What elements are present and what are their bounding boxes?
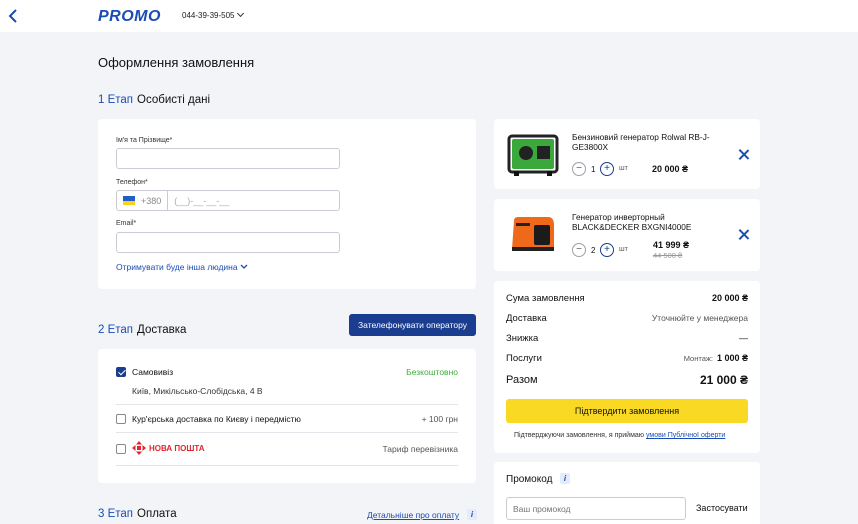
step2-heading: 2 Етап Доставка [98, 324, 186, 336]
terms-prefix: Підтверджуючи замовлення, я приймаю [514, 432, 645, 439]
decrease-qty-button[interactable]: − [572, 243, 586, 257]
close-icon[interactable] [738, 229, 750, 241]
product-price: 41 999 ₴ [653, 240, 690, 250]
divider [116, 432, 458, 433]
divider [116, 404, 458, 405]
logo[interactable]: PROMO [98, 8, 161, 25]
discount-label: Знижка [506, 333, 539, 344]
decrease-qty-button[interactable]: − [572, 162, 586, 176]
phone-label: Телефон* [116, 179, 148, 186]
call-operator-button[interactable]: Зателефонувати оператору [349, 314, 476, 336]
novaposhta-icon [132, 441, 146, 455]
courier-label: Кур'єрська доставка по Києву і передміст… [132, 414, 301, 424]
cart-item: Бензиновий генератор Rolwal RB-J-GE3800X… [494, 119, 760, 189]
info-icon[interactable]: i [560, 473, 570, 484]
discount-value: — [739, 333, 748, 343]
ukraine-flag-icon [123, 196, 135, 205]
header: PROMO 044-39-39-505 [0, 0, 858, 32]
order-summary: Сума замовлення 20 000 ₴ Доставка Уточню… [494, 281, 760, 453]
pickup-address: Київ, Микільсько-Слобідська, 4 В [132, 386, 263, 396]
qty-unit: шт [619, 246, 628, 253]
order-sum-value: 20 000 ₴ [711, 293, 748, 303]
promo-input[interactable] [506, 497, 686, 520]
phone-mask: (__)-__-__-__ [174, 195, 230, 206]
terms-text: Підтверджуючи замовлення, я приймаю умов… [514, 432, 725, 439]
courier-checkbox[interactable] [116, 414, 126, 424]
total-label: Разом [506, 374, 538, 386]
payment-details-link[interactable]: Детальніше про оплату [367, 510, 459, 520]
step2-num: 2 Етап [98, 324, 134, 336]
pickup-checkbox[interactable] [116, 367, 126, 377]
promo-title: Промокод [506, 474, 553, 485]
info-icon[interactable]: i [467, 509, 477, 520]
chevron-down-icon [240, 264, 248, 269]
services-label: Послуги [506, 353, 542, 364]
product-qty: 1 [591, 165, 596, 174]
total-value: 21 000 ₴ [699, 373, 748, 387]
personal-data-card: Ім'я та Прізвище* Телефон* +380 (__)-__-… [98, 119, 476, 289]
email-input[interactable] [116, 232, 340, 253]
step2-title: Доставка [137, 324, 187, 336]
product-price: 20 000 ₴ [652, 164, 689, 174]
step1-title: Особисті дані [137, 94, 211, 106]
back-arrow-icon[interactable] [6, 8, 20, 24]
delivery-label: Доставка [506, 313, 547, 324]
novaposhta-checkbox[interactable] [116, 444, 126, 454]
other-person-label: Отримувати буде інша людина [116, 262, 238, 272]
step3-title: Оплата [137, 508, 177, 520]
terms-link[interactable]: умови Публічної оферти [646, 432, 725, 439]
other-person-toggle[interactable]: Отримувати буде інша людина [116, 262, 248, 272]
increase-qty-button[interactable]: + [600, 162, 614, 176]
delivery-card: Самовивіз Безкоштовно Київ, Микільсько-С… [98, 349, 476, 483]
page-title: Оформлення замовлення [98, 55, 255, 70]
step3-num: 3 Етап [98, 508, 134, 520]
phone-number: 044-39-39-505 [182, 11, 235, 20]
step3-heading: 3 Етап Оплата [98, 508, 177, 520]
qty-unit: шт [619, 165, 628, 172]
product-qty: 2 [591, 246, 596, 255]
promo-card: Промокод i Застосувати [494, 462, 760, 524]
pickup-label: Самовивіз [132, 367, 174, 377]
close-icon[interactable] [738, 149, 750, 161]
phone-code: +380 [141, 191, 169, 210]
email-label: Email* [116, 220, 137, 227]
increase-qty-button[interactable]: + [600, 243, 614, 257]
product-name[interactable]: Генератор инверторный BLACK&DECKER BXGNI… [572, 212, 732, 232]
phone-dropdown[interactable]: 044-39-39-505 [182, 9, 245, 20]
divider [116, 465, 458, 466]
product-image[interactable] [508, 211, 558, 257]
product-name[interactable]: Бензиновий генератор Rolwal RB-J-GE3800X [572, 132, 732, 152]
step1-num: 1 Етап [98, 94, 134, 106]
name-label: Ім'я та Прізвище* [116, 137, 173, 144]
step1-heading: 1 Етап Особисті дані [98, 94, 210, 106]
phone-input[interactable]: +380 (__)-__-__-__ [116, 190, 340, 211]
services-sub: Монтаж: [683, 354, 713, 363]
novaposhta-logo: НОВА ПОШТА [132, 441, 205, 455]
novaposhta-price: Тариф перевізника [382, 444, 458, 454]
novaposhta-label: НОВА ПОШТА [149, 443, 205, 453]
delivery-value: Уточнюйте у менеджера [651, 313, 748, 323]
product-old-price: 44 500 ₴ [653, 251, 683, 260]
confirm-order-button[interactable]: Підтвердити замовлення [506, 399, 748, 423]
product-image[interactable] [506, 131, 560, 177]
pickup-price: Безкоштовно [406, 367, 458, 377]
order-sum-label: Сума замовлення [506, 293, 585, 304]
services-value: 1 000 ₴ [716, 353, 748, 363]
chevron-down-icon [237, 9, 245, 18]
courier-price: + 100 грн [421, 414, 458, 424]
apply-promo-button[interactable]: Застосувати [696, 503, 748, 513]
name-input[interactable] [116, 148, 340, 169]
cart-item: Генератор инверторный BLACK&DECKER BXGNI… [494, 199, 760, 271]
